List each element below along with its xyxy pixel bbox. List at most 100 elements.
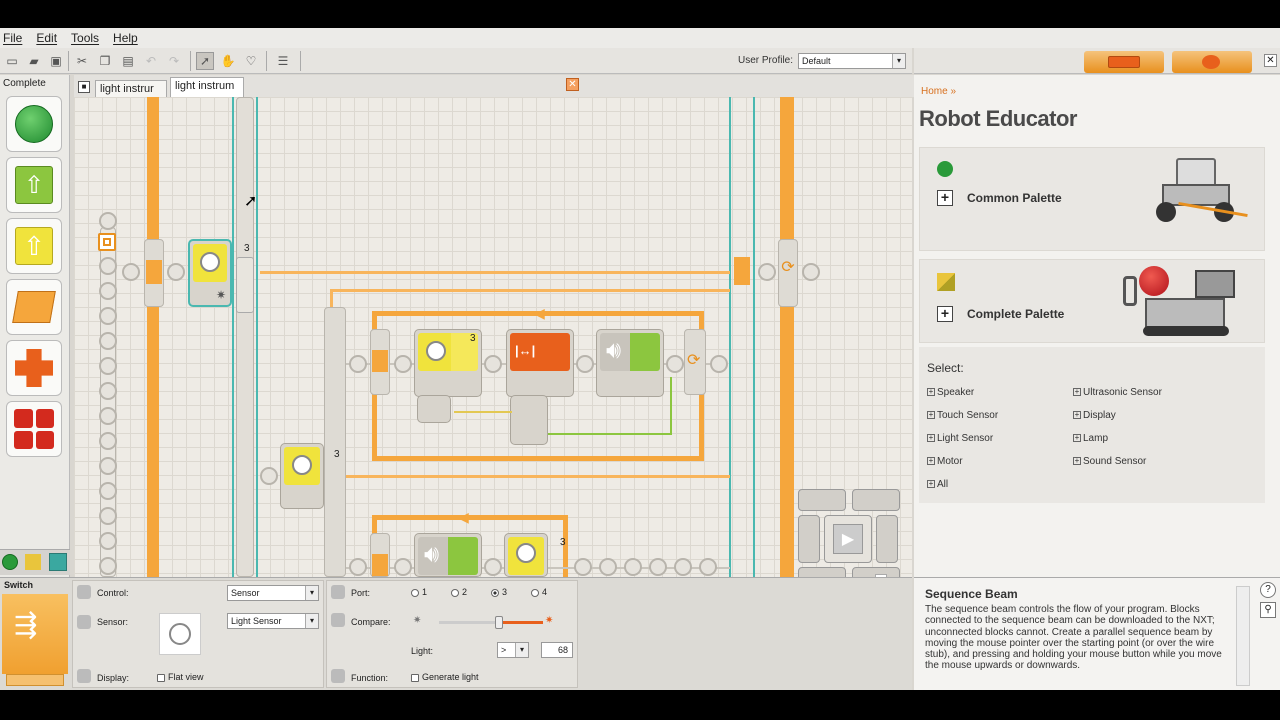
option-ultrasonic-sensor[interactable]: + Ultrasonic Sensor (1073, 387, 1162, 398)
port-2-radio[interactable]: 2 (451, 587, 467, 597)
sound-block[interactable]: 🔊︎ (596, 329, 664, 397)
zoom-icon[interactable]: ⚲ (1260, 602, 1276, 618)
download-button[interactable] (852, 489, 900, 511)
robot-educator-tab[interactable] (1084, 51, 1164, 73)
port-4-radio[interactable]: 4 (531, 587, 547, 597)
menu-file[interactable]: File (3, 31, 22, 45)
complete-palette-card[interactable]: + Complete Palette (919, 259, 1265, 343)
loop-end-post[interactable]: ⟳ (778, 239, 798, 307)
control-select[interactable]: Sensor ▾ (227, 585, 319, 601)
option-display[interactable]: + Display (1073, 410, 1116, 421)
copy-icon[interactable]: ❐ (96, 52, 114, 70)
tab-light-instrument-2[interactable]: light instrum (170, 77, 244, 97)
palette-advanced-blocks[interactable] (6, 401, 62, 457)
close-tab-icon[interactable]: ✕ (566, 78, 579, 91)
user-profile-select[interactable]: Default ▾ (798, 53, 906, 69)
chevron-down-icon: ▾ (892, 54, 905, 68)
program-list-icon[interactable]: ■ (78, 81, 90, 93)
data-plug-panel[interactable] (417, 395, 451, 423)
run-selected-button[interactable] (798, 515, 820, 563)
flat-view-checkbox[interactable]: Flat view (157, 672, 204, 682)
palette-sensor-blocks[interactable]: ⇧ (6, 218, 62, 274)
close-icon[interactable]: ✕ (1264, 54, 1277, 67)
complete-palette-tab-icon[interactable] (25, 554, 41, 570)
download-and-run-button[interactable]: ▶ (824, 515, 872, 563)
plus-icon: + (927, 433, 935, 443)
logic-wire (670, 377, 672, 435)
option-sound-sensor[interactable]: + Sound Sensor (1073, 456, 1146, 467)
undo-icon[interactable]: ↶ (142, 52, 160, 70)
help-question-icon[interactable]: ? (1260, 582, 1276, 598)
new-file-icon[interactable]: ▭ (3, 52, 21, 70)
palette-data-blocks[interactable] (6, 340, 62, 396)
range-block[interactable]: |↔| (506, 329, 574, 397)
program-canvas[interactable]: ✷ 3 ⟳ ◀ 3 |↔| 🔊︎ ⟳ 3 ◀ 🔊︎ 3 ➚ ▶ (74, 97, 912, 577)
nxt-window-button[interactable] (798, 489, 846, 511)
option-touch-sensor[interactable]: + Touch Sensor (927, 410, 998, 421)
light-sensor-block[interactable] (280, 443, 324, 509)
stop-button[interactable] (852, 567, 900, 577)
option-light-sensor[interactable]: + Light Sensor (927, 433, 993, 444)
port-icon (331, 585, 345, 599)
data-plug-panel[interactable] (510, 395, 548, 445)
generate-light-checkbox[interactable]: Generate light (411, 672, 479, 682)
common-palette-card[interactable]: + Common Palette (919, 147, 1265, 251)
switch-data-hub[interactable] (236, 257, 254, 313)
light-sensor-block[interactable] (504, 533, 548, 577)
inner-loop-post[interactable] (370, 329, 390, 395)
operator-select[interactable]: > ▾ (497, 642, 529, 658)
sequence-node[interactable] (99, 212, 117, 230)
menu-edit[interactable]: Edit (36, 31, 57, 45)
light-value-input[interactable]: 68 (541, 642, 573, 658)
pan-tool-icon[interactable]: ✋ (219, 52, 237, 70)
radio-icon (531, 588, 539, 597)
start-point-icon[interactable] (98, 233, 116, 251)
option-lamp[interactable]: + Lamp (1073, 433, 1108, 444)
option-all[interactable]: + All (927, 479, 948, 490)
pointer-tool-icon[interactable]: ➚ (196, 52, 214, 70)
custom-palette-icon[interactable]: ☰ (274, 52, 292, 70)
tab-light-instrument-1[interactable]: light instrur (95, 80, 167, 97)
palette-action-blocks[interactable]: ⇧ (6, 157, 62, 213)
switch-column[interactable] (324, 307, 346, 577)
help-tab[interactable] (1172, 51, 1252, 73)
loop-start-post[interactable] (144, 239, 164, 307)
common-palette-link[interactable]: Common Palette (967, 191, 1062, 205)
port-1-radio[interactable]: 1 (411, 587, 427, 597)
breadcrumb-home[interactable]: Home » (921, 86, 956, 97)
expand-icon[interactable]: + (937, 306, 953, 322)
common-palette-tab-icon[interactable] (2, 554, 18, 570)
inner-loop-end[interactable]: ⟳ (684, 329, 706, 395)
menu-tools[interactable]: Tools (71, 31, 99, 45)
help-scrollbar[interactable] (1236, 586, 1250, 686)
custom-palette-tab-icon[interactable] (49, 553, 67, 571)
block-name-field[interactable] (6, 674, 64, 686)
option-speaker[interactable]: + Speaker (927, 387, 974, 398)
sensor-port-icon: ✷ (215, 288, 226, 302)
sound-block[interactable]: 🔊︎ (414, 533, 482, 577)
save-icon[interactable]: ▣ (47, 52, 65, 70)
slider-thumb[interactable] (495, 616, 503, 629)
light-sensor-block[interactable]: ✷ (188, 239, 232, 307)
comment-tool-icon[interactable]: ♡ (242, 52, 260, 70)
sequence-beam-left[interactable] (147, 97, 159, 577)
complete-palette-link[interactable]: Complete Palette (967, 307, 1064, 321)
menu-help[interactable]: Help (113, 31, 138, 45)
cut-icon[interactable]: ✂ (73, 52, 91, 70)
light-threshold-slider[interactable] (439, 616, 543, 629)
paste-icon[interactable]: ▤ (119, 52, 137, 70)
port-3-radio[interactable]: 3 (491, 587, 507, 597)
palette-common-blocks[interactable] (6, 96, 62, 152)
redo-icon[interactable]: ↷ (165, 52, 183, 70)
data-wire (260, 271, 730, 274)
inner-loop-post[interactable] (370, 533, 390, 577)
sequence-beam-right[interactable] (780, 97, 794, 577)
expand-icon[interactable]: + (937, 190, 953, 206)
side-button[interactable] (876, 515, 898, 563)
open-folder-icon[interactable]: ▰ (25, 52, 43, 70)
port-number: 3 (334, 449, 340, 460)
option-motor[interactable]: + Motor (927, 456, 963, 467)
sensor-select[interactable]: Light Sensor ▾ (227, 613, 319, 629)
upload-button[interactable] (798, 567, 846, 577)
palette-flow-blocks[interactable] (6, 279, 62, 335)
